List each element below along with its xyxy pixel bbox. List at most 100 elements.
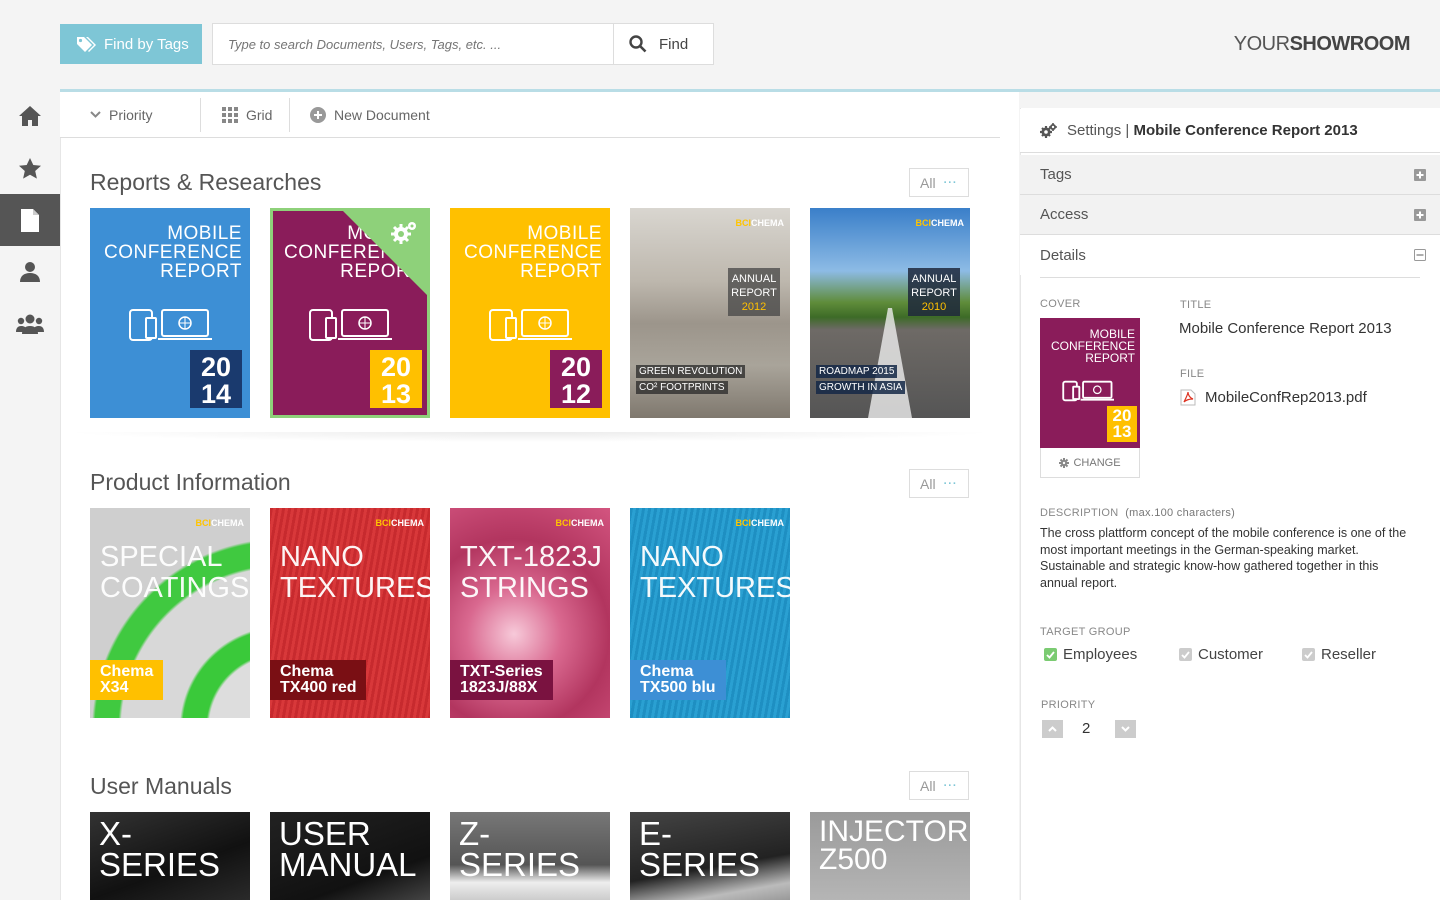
card-title: MOBILECONFERENCEREPORT [103,223,242,282]
product-card-txt-strings[interactable]: BCICHEMA TXT-1823J STRINGS TXT-Series 1823… [450,508,610,718]
priority-value[interactable]: 2 [1082,720,1090,737]
tags-label: Tags [1040,166,1072,183]
checkbox-unchecked-icon [1302,648,1315,661]
document-icon [21,208,39,232]
report-card-2012[interactable]: MOBILE CONFERENCE REPORT 20 12 [450,208,610,418]
brand-logo: BCICHEMA [735,518,785,528]
product-label: TXT-Series 1823J/88X [450,660,553,700]
tags-accordion[interactable]: Tags [1020,155,1440,195]
expand-icon [1414,209,1426,221]
product-label: Chema X34 [90,660,164,700]
collapse-icon [1414,249,1426,261]
card-caption: ROADMAP 2015 [816,365,898,378]
card-title: INJECTORSZ500 [819,815,970,876]
details-accordion[interactable]: Details [1020,235,1440,275]
checkbox-label: Customer [1198,646,1264,663]
priority-label: PRIORITY [1041,699,1096,711]
chevron-down-icon [90,111,101,118]
card-title: NANO TEXTURES [280,541,430,604]
devices-icon [489,309,572,341]
nav-users[interactable] [0,298,60,350]
card-title: MOBILECONFERENCEREPORT [463,223,602,282]
reports-all-button[interactable]: All ··· [909,168,969,197]
manual-card-e-series[interactable]: E-SERIES [630,812,790,900]
nav-documents[interactable] [0,194,60,246]
gear-icon [1059,457,1070,468]
description-label: DESCRIPTION (max.100 characters) [1040,507,1236,519]
change-cover-button[interactable]: CHANGE [1040,448,1140,478]
report-card-2013[interactable]: MOBILECONFERENCEREPORT 2013 [270,208,430,418]
product-card-nano-textures-red[interactable]: BCICHEMA NANO TEXTURES Chema TX400 red [270,508,430,718]
target-group-label: TARGET GROUP [1040,626,1131,638]
logo: YOURSHOWROOM [1233,33,1411,55]
card-caption: CO² FOOTPRINTS [636,381,728,394]
priority-label: Priority [109,107,153,123]
section-title-reports: Reports & Researches [90,169,322,195]
priority-sort-dropdown[interactable]: Priority [90,92,153,138]
road-graphic [868,308,912,418]
find-label: Find [659,35,689,53]
card-title: NANO TEXTURES [640,541,790,604]
separator: | [1125,122,1130,139]
checkbox-label: Reseller [1321,646,1377,663]
settings-corner[interactable] [340,208,430,298]
card-title: Z-SERIES [459,815,581,883]
file-label: FILE [1180,368,1205,380]
year-badge: 20 12 [550,350,602,408]
plus-circle-icon [310,107,326,123]
gears-icon [1040,123,1057,138]
manual-card-user-manual[interactable]: USER MANUAL [270,812,430,900]
product-label: Chema TX500 blu [630,660,726,700]
section-title-products: Product Information [90,469,291,495]
chevron-down-icon [1121,726,1130,732]
manual-card-z-series[interactable]: Z-SERIES [450,812,610,900]
checkbox-label: Employees [1063,646,1138,663]
title-label: TITLE [1180,299,1212,311]
priority-decrease-button[interactable] [1115,720,1136,738]
star-icon [19,157,41,179]
year-badge: 20 14 [190,350,242,408]
card-title: SPECIAL COATINGS [100,541,250,604]
devices-icon [1062,380,1114,402]
new-document-button[interactable]: New Document [310,92,430,138]
card-title: X-SERIES [99,815,221,883]
description-text[interactable]: The cross plattform concept of the mobil… [1040,525,1415,591]
products-all-button[interactable]: All ··· [909,469,969,498]
annual-report-2012-card[interactable]: BCICHEMA ANNUAL REPORT 2012 GREEN REVOLUTI… [630,208,790,418]
nav-favorites[interactable] [0,142,60,194]
card-title: USER MANUAL [279,815,417,883]
access-label: Access [1040,206,1089,223]
pdf-icon [1180,389,1196,406]
priority-increase-button[interactable] [1042,720,1063,738]
title-value[interactable]: Mobile Conference Report 2013 [1179,320,1392,337]
nav-user[interactable] [0,246,60,298]
brand-logo: BCICHEMA [555,518,605,528]
file-link[interactable]: MobileConfRep2013.pdf [1180,389,1367,406]
report-card-2014[interactable]: MOBILE CONFERENCE REPORT 20 14 [90,208,250,418]
manual-card-x-series[interactable]: X-SERIES [90,812,250,900]
annual-badge: ANNUAL REPORT 2012 [728,268,780,316]
find-by-tags-button[interactable]: Find by Tags [60,24,202,64]
grid-view-button[interactable]: Grid [222,92,272,138]
search-input[interactable] [212,23,614,65]
change-label: CHANGE [1073,456,1121,469]
annual-report-2010-card[interactable]: BCICHEMA ANNUAL REPORT 2010 ROADMAP 2015 G… [810,208,970,418]
checkbox-employees[interactable]: Employees [1044,646,1137,663]
find-button[interactable]: Find [613,23,714,65]
manual-card-injectors[interactable]: INJECTORSZ500 [810,812,970,900]
checkbox-customer[interactable]: Customer [1179,646,1263,663]
manuals-all-button[interactable]: All ··· [909,771,969,800]
access-accordion[interactable]: Access [1020,195,1440,235]
section-divider [60,432,1000,442]
product-card-special-coatings[interactable]: BCICHEMA SPECIAL COATINGS Chema X34 [90,508,250,718]
card-title: E-SERIES [639,815,761,883]
product-card-nano-textures-blue[interactable]: BCICHEMA NANO TEXTURES Chema TX500 blu [630,508,790,718]
nav-home[interactable] [0,90,60,142]
find-by-tags-label: Find by Tags [104,35,189,53]
cover-title: MOBILE CONFERENCE REPORT [1050,327,1135,365]
checkbox-unchecked-icon [1179,648,1192,661]
toolbar-divider [289,98,290,132]
brand-logo: BCICHEMA [195,518,245,528]
checkbox-reseller[interactable]: Reseller [1302,646,1376,663]
annual-badge: ANNUAL REPORT 2010 [908,268,960,316]
